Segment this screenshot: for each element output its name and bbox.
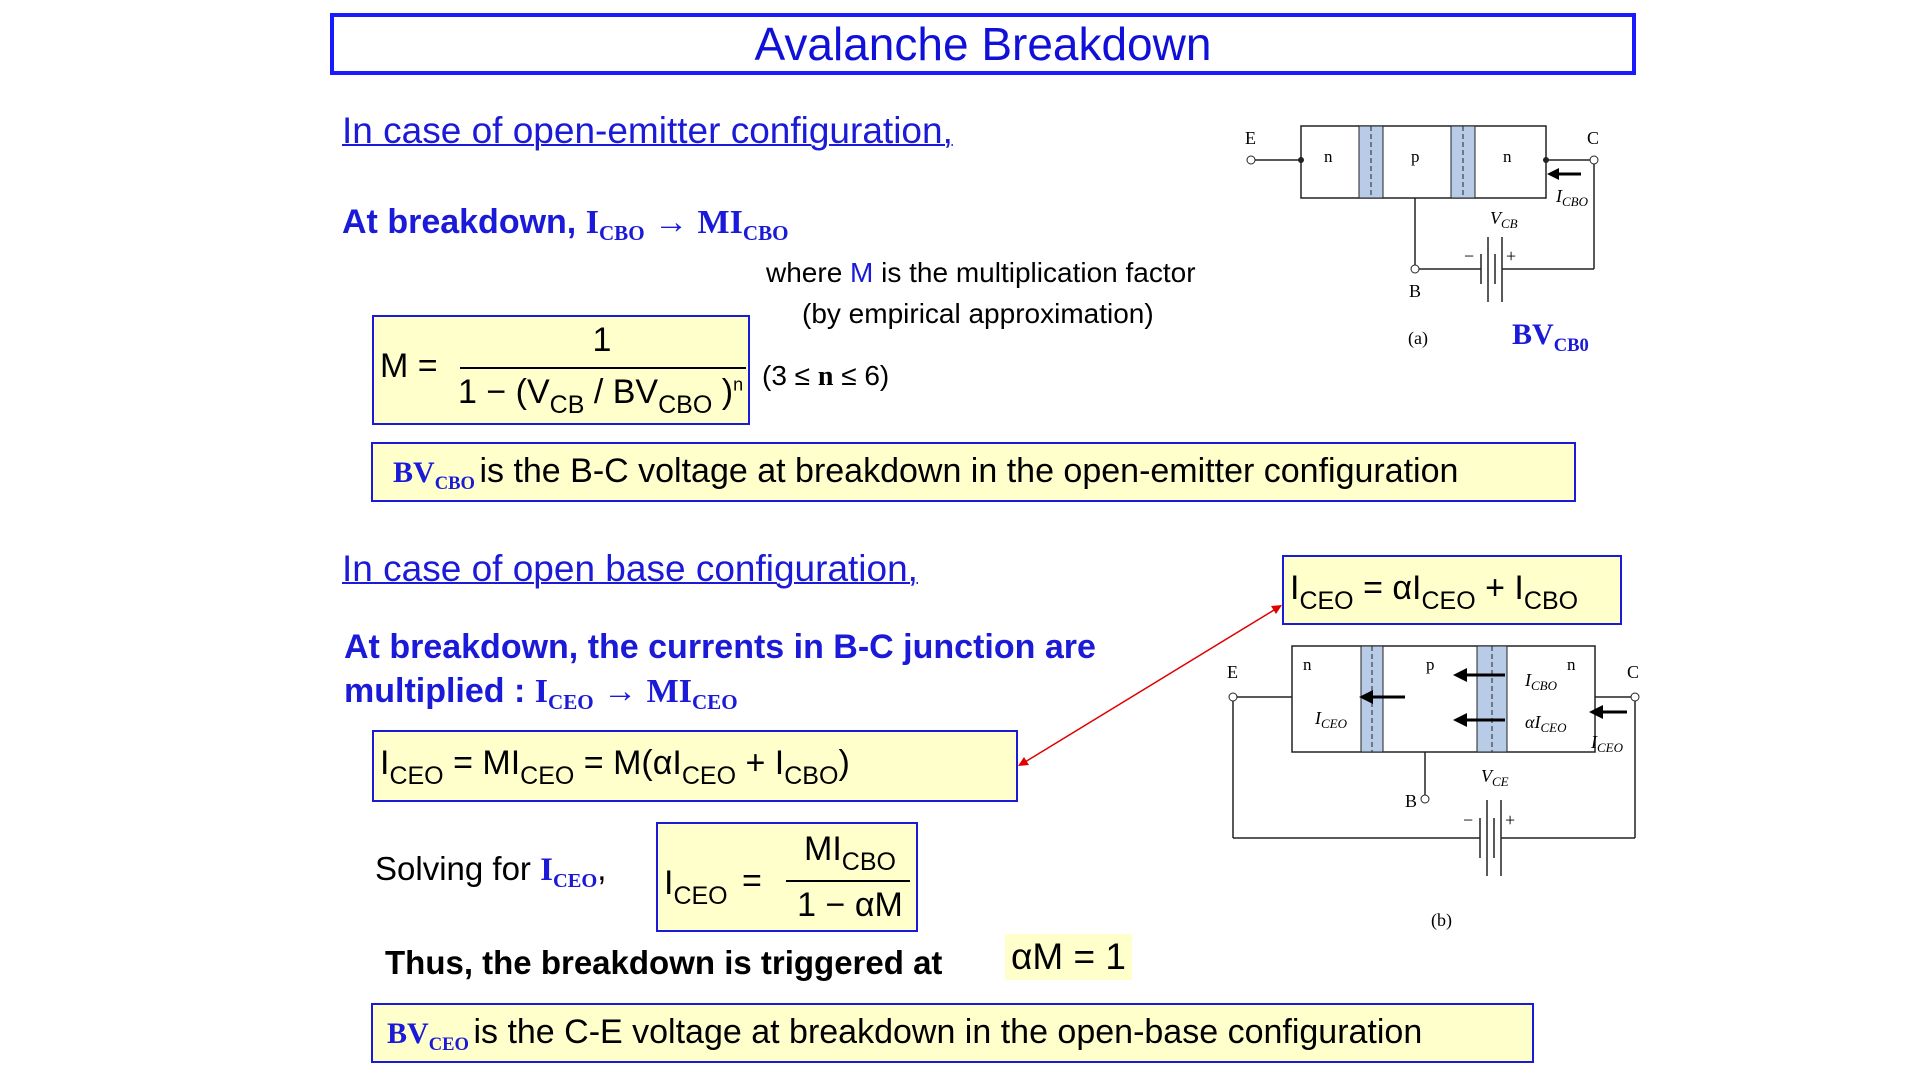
diagram-b-caption: (b): [1431, 910, 1452, 931]
diagram-b-iceo-left-label: ICEO: [1314, 708, 1348, 731]
iceo-solution-box: ICEO = MICBO 1 − αM: [656, 822, 918, 932]
bvcbo-statement-box: BVCBO is the B-C voltage at breakdown in…: [371, 442, 1576, 502]
m-formula-lhs: M =: [380, 347, 438, 385]
breakdown-lhs: ICBO: [585, 204, 645, 246]
diagram-a-label-c: C: [1587, 128, 1599, 148]
diagram-b-b-terminal: [1420, 794, 1430, 804]
iceo-main-equation: ICEO = MICEO = M(αICEO + ICBO): [380, 744, 850, 790]
diagram-b-label-c: C: [1627, 662, 1639, 682]
line2-lhs: ICEO: [534, 673, 594, 715]
diagram-a-label-e: E: [1245, 128, 1256, 148]
m-formula-fraction-bar: [460, 367, 746, 369]
breakdown-statement-1: At breakdown, ICBO → MICBO: [342, 203, 789, 246]
diagram-a-minus: −: [1464, 246, 1474, 266]
diagram-a-bvcbo: BVCB0: [1512, 318, 1589, 356]
line2-rhs: MICEO: [646, 673, 738, 715]
trigger-text: Thus, the breakdown is triggered at: [385, 944, 943, 981]
bvcbo-label: BVCBO: [393, 456, 475, 494]
solution-eq-sign: =: [742, 862, 762, 900]
diagram-b-vce-label: VCE: [1481, 766, 1509, 789]
m-formula-numerator: 1: [592, 321, 612, 359]
diagram-b-minus: −: [1463, 810, 1473, 830]
solution-fraction-bar: [786, 880, 910, 882]
bvcbo-text: is the B-C voltage at breakdown in the o…: [479, 452, 1459, 490]
solution-lhs: ICEO: [664, 864, 728, 910]
diagram-b: E C B n p n ICEO ICBO αICEO ICEO VCE − +…: [1227, 645, 1640, 931]
where-M: M: [850, 257, 874, 288]
diagram-b-aiceo-label: αICEO: [1525, 712, 1567, 735]
diagram-a-label-b: B: [1409, 281, 1421, 301]
empirical-text: (by empirical approximation): [802, 298, 1154, 329]
diagram-a-b-terminal: [1410, 264, 1420, 274]
diagram-b-label-b: B: [1405, 791, 1417, 811]
diagram-a-plus: +: [1506, 246, 1516, 266]
diagram-b-body: [1291, 645, 1596, 753]
title-box: Avalanche Breakdown: [330, 13, 1636, 75]
page-title: Avalanche Breakdown: [754, 18, 1212, 70]
diagram-a-caption: (a): [1408, 328, 1428, 349]
iceo-sum-equation-box: ICEO = αICEO + ICBO: [1282, 555, 1622, 625]
diagram-b-n1: n: [1303, 655, 1312, 674]
diagram-b-c-terminal: [1630, 692, 1640, 702]
section1-heading: In case of open-emitter configuration,: [342, 110, 953, 151]
trigger-equation: αM = 1: [1005, 934, 1132, 980]
section2-heading: In case of open base configuration,: [342, 548, 918, 589]
iceo-sum-equation: ICEO = αICEO + ICBO: [1290, 569, 1579, 615]
m-formula-denominator: 1 − (VCB / BVCBO )n: [458, 373, 744, 419]
bvceo-statement-box: BVCEO is the C-E voltage at breakdown in…: [371, 1003, 1534, 1063]
diagram-a-n2: n: [1503, 147, 1512, 166]
bvceo-label: BVCEO: [387, 1017, 469, 1055]
diagram-b-icbo-label: ICBO: [1524, 670, 1558, 693]
diagram-b-plus: +: [1505, 810, 1515, 830]
n-range: (3 ≤ n ≤ 6): [762, 360, 890, 392]
iceo-main-equation-box: ICEO = MICEO = M(αICEO + ICBO): [372, 730, 1018, 802]
bvceo-text: is the C-E voltage at breakdown in the o…: [473, 1013, 1423, 1051]
breakdown-arrow: →: [654, 204, 689, 241]
breakdown-rhs: MICBO: [697, 204, 789, 246]
diagram-a-vcb-label: VCB: [1490, 208, 1518, 231]
diagram-b-n2: n: [1567, 655, 1576, 674]
diagram-a-icbo-label: ICBO: [1555, 186, 1589, 209]
solution-numerator: MICBO: [804, 830, 896, 876]
diagram-a-n1: n: [1324, 147, 1333, 166]
section2-line1: At breakdown, the currents in B-C juncti…: [344, 628, 1096, 666]
diagram-a-e-terminal: [1246, 155, 1256, 165]
diagram-b-p: p: [1426, 655, 1435, 674]
solving-var: ICEO: [540, 852, 598, 893]
diagram-b-iceo-right-label: ICEO: [1590, 732, 1624, 755]
solution-denominator: 1 − αM: [797, 886, 903, 924]
solving-for-text: Solving for ICEO,: [375, 850, 607, 893]
section2-line2: multiplied : ICEO → MICEO: [344, 672, 738, 715]
diagram-a-c-terminal: [1589, 155, 1599, 165]
breakdown-prefix: At breakdown,: [342, 203, 577, 241]
diagram-b-e-terminal: [1228, 692, 1238, 702]
diagram-b-label-e: E: [1227, 662, 1238, 682]
m-formula-box: M = 1 1 − (VCB / BVCBO )n: [372, 315, 750, 425]
where-text: where M is the multiplication factor: [766, 257, 1196, 288]
diagram-a-p: p: [1411, 147, 1420, 166]
